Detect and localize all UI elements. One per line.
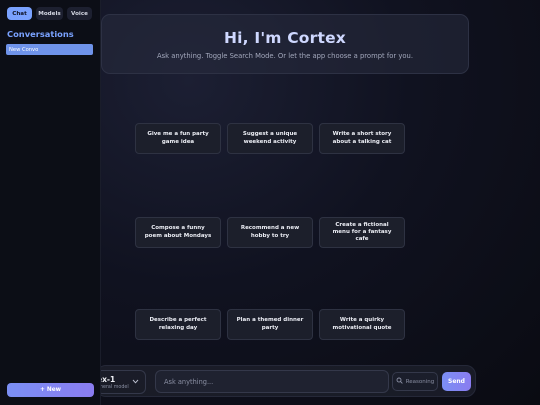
reasoning-label: Reasoning bbox=[405, 378, 435, 385]
prompt-card[interactable]: Write a quirky motivational quote bbox=[319, 309, 405, 340]
prompt-card[interactable]: Compose a funny poem about Mondays bbox=[135, 217, 221, 248]
prompt-card[interactable]: Write a short story about a talking cat bbox=[319, 123, 405, 154]
chevron-down-icon bbox=[132, 379, 139, 386]
prompt-card[interactable]: Describe a perfect relaxing day bbox=[135, 309, 221, 340]
conversations-heading: Conversations bbox=[7, 29, 74, 39]
page-subtitle: Ask anything. Toggle Search Mode. Or let… bbox=[156, 52, 414, 60]
prompt-card[interactable]: Plan a themed dinner party bbox=[227, 309, 313, 340]
send-button[interactable]: Send bbox=[442, 372, 471, 391]
new-conversation-button[interactable]: + New bbox=[7, 383, 94, 397]
prompt-card[interactable]: Suggest a unique weekend activity bbox=[227, 123, 313, 154]
model-description: eneral model bbox=[97, 385, 129, 390]
reasoning-toggle[interactable]: Reasoning bbox=[392, 372, 438, 391]
prompt-card[interactable]: Recommend a new hobby to try bbox=[227, 217, 313, 248]
sidebar-tabs: Chat Models Voice bbox=[0, 0, 100, 20]
prompt-card[interactable]: Create a fictional menu for a fantasy ca… bbox=[319, 217, 405, 248]
tab-models[interactable]: Models bbox=[36, 7, 63, 20]
chat-input[interactable] bbox=[155, 370, 389, 393]
search-icon bbox=[396, 377, 403, 386]
tab-voice[interactable]: Voice bbox=[67, 7, 92, 20]
sidebar: Chat Models Voice Conversations New Conv… bbox=[0, 0, 101, 405]
model-selector[interactable]: ex-1 eneral model bbox=[96, 370, 146, 394]
welcome-panel: Hi, I'm Cortex Ask anything. Toggle Sear… bbox=[101, 14, 469, 74]
conversation-item[interactable]: New Convo bbox=[6, 44, 93, 55]
prompt-card[interactable]: Give me a fun party game idea bbox=[135, 123, 221, 154]
tab-chat[interactable]: Chat bbox=[7, 7, 32, 20]
page-title: Hi, I'm Cortex bbox=[223, 29, 347, 47]
